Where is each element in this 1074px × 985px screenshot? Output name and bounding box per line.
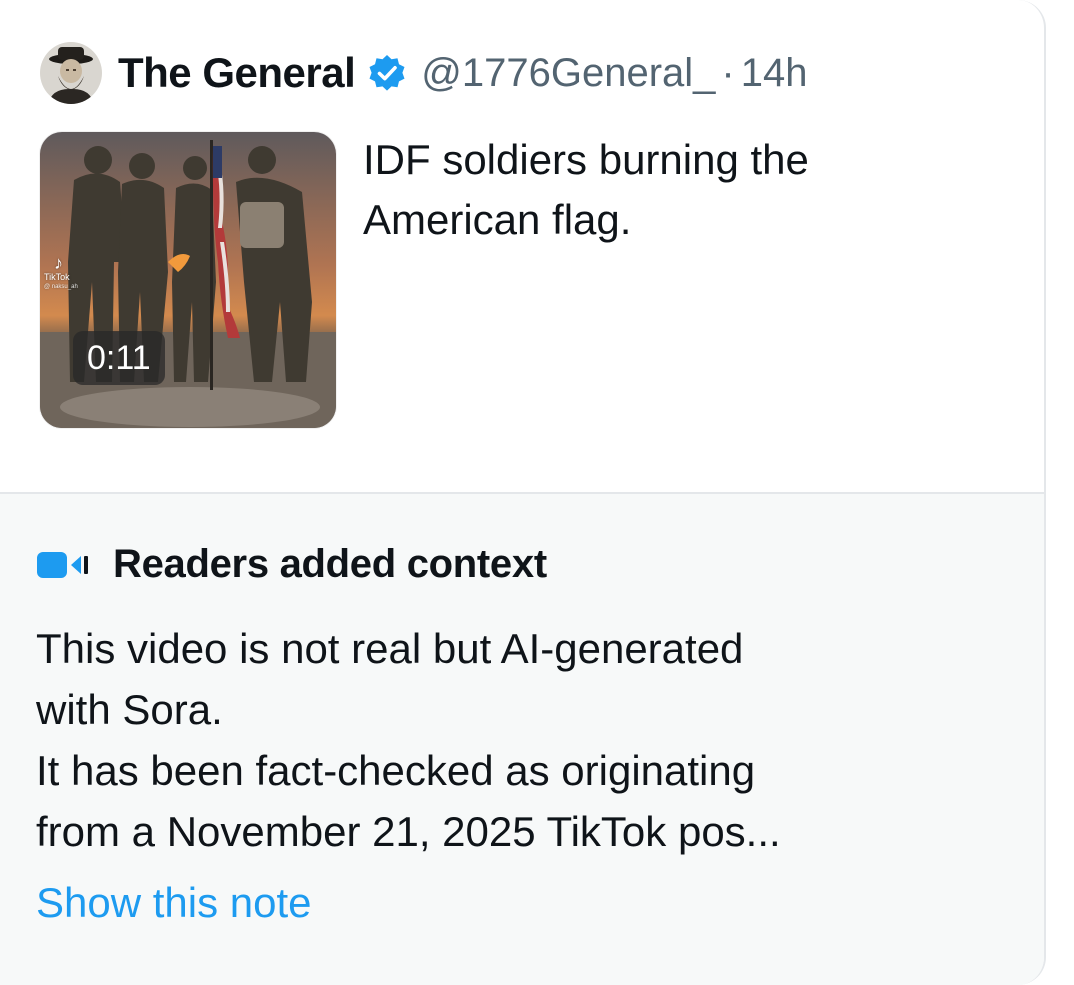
verified-badge-icon bbox=[369, 55, 405, 91]
display-name[interactable]: The General bbox=[118, 49, 356, 97]
note-line: with Sora. bbox=[36, 686, 223, 733]
timestamp[interactable]: 14h bbox=[741, 51, 808, 96]
community-note[interactable]: Readers added context This video is not … bbox=[0, 492, 1044, 985]
community-note-body: This video is not real but AI-generated … bbox=[36, 618, 1026, 862]
tiktok-watermark-user: @ naksu_ah bbox=[44, 284, 78, 290]
tiktok-watermark-label: TikTok bbox=[44, 272, 70, 282]
tweet-header: The General @1776General_ · 14h bbox=[40, 40, 807, 106]
community-note-title: Readers added context bbox=[113, 542, 547, 586]
tweet-card[interactable]: The General @1776General_ · 14h ♪ TikTok… bbox=[0, 0, 1046, 985]
tiktok-logo-icon: ♪ bbox=[54, 253, 63, 273]
note-line: This video is not real but AI-generated bbox=[36, 625, 744, 672]
note-line: It has been fact-checked as originating bbox=[36, 747, 756, 794]
community-note-header: Readers added context bbox=[37, 542, 547, 587]
tweet-text-line: IDF soldiers burning the bbox=[363, 136, 809, 183]
avatar[interactable] bbox=[40, 42, 102, 104]
tweet-text-line: American flag. bbox=[363, 196, 632, 243]
video-duration-badge: 0:11 bbox=[73, 331, 165, 385]
community-notes-icon bbox=[37, 551, 88, 578]
separator-dot: · bbox=[721, 50, 735, 95]
author-handle[interactable]: @1776General_ bbox=[421, 51, 715, 96]
tweet-text: IDF soldiers burning the American flag. bbox=[363, 130, 1003, 250]
tiktok-watermark: ♪ TikTok @ naksu_ah bbox=[44, 254, 78, 292]
show-note-link[interactable]: Show this note bbox=[36, 879, 312, 927]
note-line: from a November 21, 2025 TikTok pos... bbox=[36, 808, 781, 855]
